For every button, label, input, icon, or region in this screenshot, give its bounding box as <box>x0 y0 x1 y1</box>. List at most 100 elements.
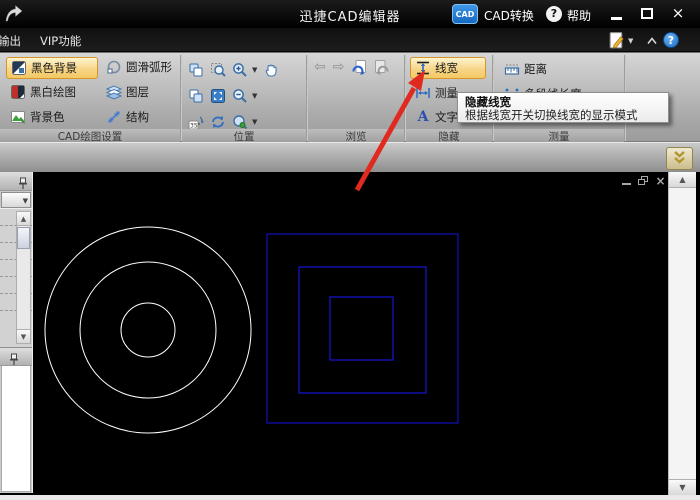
distance-label: 距离 <box>524 61 547 77</box>
back-icon[interactable]: ⇦ <box>314 59 326 75</box>
hide-text-button[interactable]: A 文字 <box>411 107 462 127</box>
edit-pencil-icon[interactable] <box>607 31 626 49</box>
pin-icon[interactable] <box>9 351 19 364</box>
drawing-square[interactable] <box>299 267 426 393</box>
pan-hand-icon[interactable] <box>263 62 279 78</box>
smooth-arc-label: 圆滑弧形 <box>126 59 172 75</box>
maximize-button[interactable] <box>637 4 659 24</box>
drawing-square[interactable] <box>330 297 393 360</box>
zoom-in-icon[interactable] <box>232 62 248 78</box>
hide-measure-button[interactable]: 测量 <box>411 83 462 103</box>
help-button[interactable]: 帮助 <box>567 7 591 24</box>
scroll-down-button[interactable]: ▼ <box>17 329 30 343</box>
bring-forward-icon[interactable] <box>188 62 204 78</box>
smooth-arc-button[interactable]: 圆滑弧形 <box>102 57 176 77</box>
zoom-object-dropdown-arrow[interactable]: ▼ <box>252 118 257 126</box>
ribbon-group-draw-settings: 黑色背景 圆滑弧形 黑白绘图 图层 <box>0 53 180 142</box>
line-width-icon <box>415 60 431 76</box>
close-button[interactable]: × <box>667 4 689 24</box>
mdi-minimize-button[interactable] <box>620 175 633 187</box>
layers-label: 图层 <box>126 84 149 100</box>
rotate-icon[interactable]: 35° <box>188 114 204 130</box>
mdi-restore-button[interactable] <box>637 175 650 187</box>
help-icon[interactable]: ? <box>546 6 562 22</box>
measure-arrows-icon <box>415 85 431 101</box>
hide-measure-label: 测量 <box>435 85 458 101</box>
left-dock-panel: ▼ ▲ ▼ <box>0 172 33 493</box>
group-label-hide: 隐藏 <box>406 129 492 142</box>
zoom-in-dropdown-arrow[interactable]: ▼ <box>252 66 257 74</box>
black-background-button[interactable]: 黑色背景 <box>6 57 98 79</box>
send-backward-icon[interactable] <box>188 88 204 104</box>
forward-arrow-icon[interactable] <box>3 3 25 25</box>
smooth-arc-icon <box>106 59 122 75</box>
distance-button[interactable]: 距离 <box>500 59 551 79</box>
line-width-button[interactable]: 线宽 <box>410 57 486 79</box>
black-background-icon <box>11 60 27 76</box>
zoom-object-icon[interactable] <box>232 114 248 130</box>
drawing-circle[interactable] <box>80 262 216 398</box>
scroll-up-button[interactable]: ▲ <box>669 172 696 188</box>
drawing-square[interactable] <box>267 234 458 423</box>
group-label-position: 位置 <box>182 129 306 142</box>
mdi-close-button[interactable]: × <box>654 175 667 187</box>
cad-drawing-canvas[interactable]: × <box>34 172 668 495</box>
tooltip-description: 根据线宽开关切换线宽的显示模式 <box>465 109 661 122</box>
zoom-out-dropdown-arrow[interactable]: ▼ <box>252 92 257 100</box>
layers-icon <box>106 84 122 100</box>
mdi-minimize-icon <box>622 183 631 185</box>
toolbar-spacer <box>0 142 700 172</box>
menu-item-vip[interactable]: VIP功能 <box>32 28 89 49</box>
cad-badge-icon[interactable]: CAD <box>452 4 478 24</box>
group-label-browse: 浏览 <box>308 129 404 142</box>
group-label-draw-settings: CAD绘图设置 <box>0 129 180 142</box>
bw-drawing-icon <box>10 84 26 100</box>
drawing-circle[interactable] <box>45 227 251 433</box>
properties-panel-header[interactable] <box>0 172 32 191</box>
double-chevron-down-icon <box>667 148 692 169</box>
fit-extents-icon[interactable] <box>210 88 226 104</box>
structure-icon <box>106 109 122 125</box>
bw-drawing-button[interactable]: 黑白绘图 <box>6 82 80 102</box>
expand-panel-button[interactable] <box>666 147 693 170</box>
maximize-icon <box>641 8 653 19</box>
redo-icon[interactable] <box>374 59 390 75</box>
canvas-vertical-scrollbar[interactable]: ▲ ▼ <box>668 172 696 495</box>
mdi-window-controls: × <box>620 175 667 187</box>
bottom-strip <box>0 495 700 500</box>
properties-list[interactable]: ▲ ▼ <box>0 208 32 347</box>
edit-dropdown-arrow[interactable]: ▼ <box>628 37 633 45</box>
ribbon-group-position: ▼ ▼ <box>182 53 306 142</box>
scroll-thumb[interactable] <box>17 227 30 249</box>
workspace: ▼ ▲ ▼ <box>0 172 700 500</box>
scroll-up-button[interactable]: ▲ <box>17 212 30 226</box>
scroll-down-button[interactable]: ▼ <box>669 479 696 495</box>
zoom-out-icon[interactable] <box>232 88 248 104</box>
background-color-button[interactable]: 背景色 <box>6 107 69 127</box>
pin-icon[interactable] <box>18 175 28 188</box>
menu-bar: 输出 VIP功能 ▼ ? <box>0 28 700 52</box>
zoom-window-icon[interactable] <box>210 62 226 78</box>
layer-dropdown[interactable]: ▼ <box>1 192 31 208</box>
panel-scrollbar[interactable]: ▲ ▼ <box>16 211 31 344</box>
undo-icon[interactable] <box>351 59 367 75</box>
forward-icon[interactable]: ⇨ <box>333 59 345 75</box>
second-panel-body[interactable] <box>1 366 31 492</box>
refresh-icon[interactable] <box>210 114 226 130</box>
minimize-button[interactable] <box>606 4 628 24</box>
cad-convert-button[interactable]: CAD转换 <box>484 7 534 24</box>
menu-item-output[interactable]: 输出 <box>0 28 29 49</box>
line-width-label: 线宽 <box>435 60 458 76</box>
tooltip-title: 隐藏线宽 <box>465 95 661 109</box>
bw-drawing-label: 黑白绘图 <box>30 84 76 100</box>
title-bar: 迅捷CAD编辑器 CAD CAD转换 ? 帮助 × <box>0 0 700 28</box>
second-panel-header[interactable] <box>0 347 32 366</box>
minimize-icon <box>611 17 622 20</box>
question-icon[interactable]: ? <box>663 32 679 48</box>
layers-button[interactable]: 图层 <box>102 82 153 102</box>
structure-button[interactable]: 结构 <box>102 107 153 127</box>
background-color-icon <box>10 109 26 125</box>
caret-up-icon[interactable] <box>645 33 659 47</box>
ribbon-group-browse: ⇦ ⇨ 浏览 <box>308 53 404 142</box>
drawing-circle[interactable] <box>121 303 175 357</box>
